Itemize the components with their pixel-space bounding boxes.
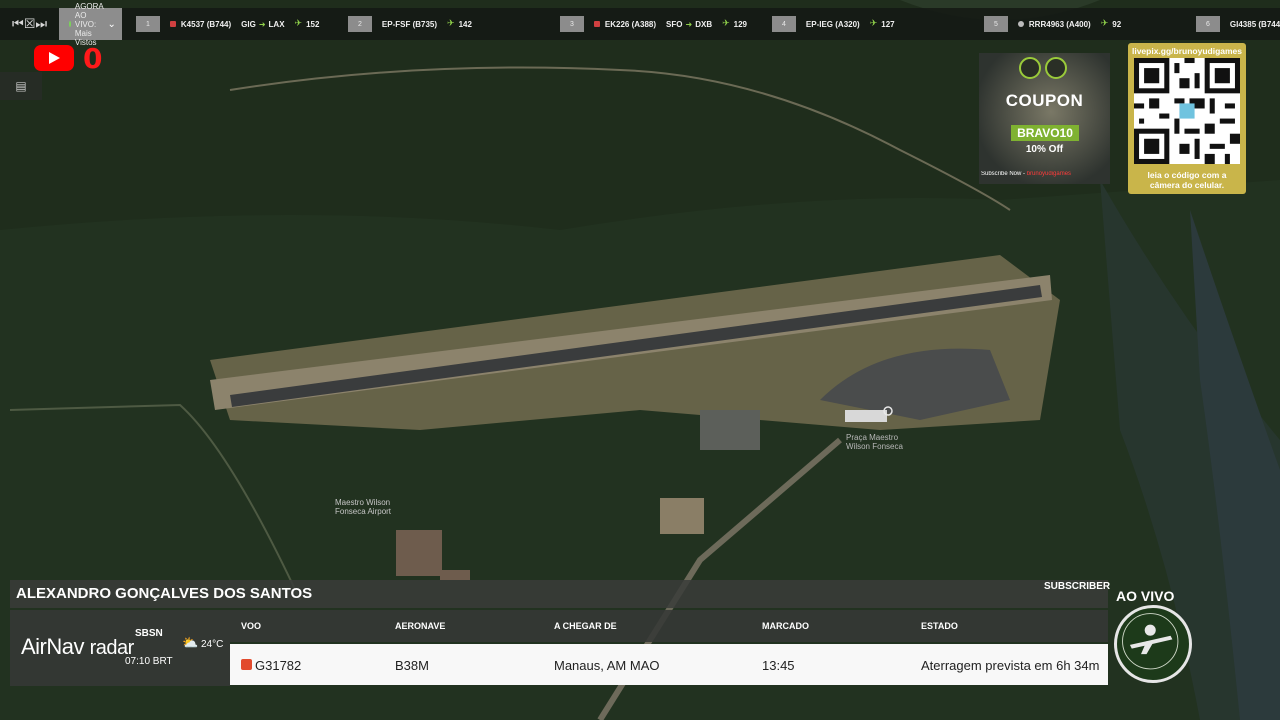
skip-forward-icon[interactable]: ⏭ — [35, 8, 47, 40]
subscriber-name: ALEXANDRO GONÇALVES DOS SANTOS — [16, 585, 313, 602]
brand-airnav: AirNav — [21, 634, 85, 659]
flight-callsign: EP-FSF (B735) — [381, 19, 438, 29]
row-aircraft: B38M — [395, 658, 429, 673]
sponsor-logos — [1019, 57, 1067, 79]
coupon-title: COUPON — [1005, 91, 1084, 110]
airline-icon — [241, 659, 252, 670]
viewer-count: 152 — [306, 19, 320, 29]
flight-item[interactable]: 4 EP-IEG (A320) ✈ 127 — [771, 16, 984, 32]
col-status: ESTADO — [921, 621, 958, 631]
viewers-icon: ✈ — [869, 19, 878, 29]
channel-logo-icon — [1114, 605, 1192, 683]
route-to: LAX — [268, 19, 285, 29]
coupon-ad: COUPON BRAVO10 10% Off Subscribe Now - b… — [979, 53, 1110, 184]
temperature: 24°C — [200, 639, 224, 650]
skip-back-icon[interactable]: ⏮ — [12, 8, 24, 40]
qr-code-icon — [1134, 58, 1240, 164]
subscriber-label: SUBSCRIBER — [1044, 581, 1111, 592]
route-from: GIG — [241, 19, 256, 29]
viewers-icon: ✈ — [447, 19, 455, 29]
poi-map-label: Praça Maestro — [846, 433, 899, 442]
viewer-count: 92 — [1112, 19, 1122, 29]
flight-rank: 6 — [1195, 16, 1220, 32]
col-arriving-from: A CHEGAR DE — [554, 621, 617, 631]
flight-rank: 3 — [559, 16, 584, 32]
table-row[interactable]: G31782 B38M Manaus, AM MAO 13:45 Aterrag… — [230, 644, 1108, 685]
flight-item[interactable]: 5 RRR4963 (A400) ✈ 92 — [983, 16, 1196, 32]
viewers-icon: ✈ — [1100, 19, 1109, 29]
qr-panel: livepix.gg/brunoyudigames leia o código … — [1128, 43, 1246, 194]
flight-item[interactable]: 3 EK226 (A388) SFO ➜ DXB ✈ 129 — [559, 16, 772, 32]
route-arrow-icon: ➜ — [258, 19, 266, 29]
route-from: SFO — [666, 19, 683, 29]
coupon-code: BRAVO10 — [1011, 125, 1079, 141]
route-arrow-icon: ➜ — [685, 19, 693, 29]
row-scheduled: 13:45 — [762, 658, 795, 673]
flight-callsign: EP-IEG (A320) — [805, 19, 860, 29]
route-to: DXB — [695, 19, 713, 29]
flight-ticker-bar: ⏮ ☒ ⏭ AGORA AO VIVO: Mais Vistos ⌄ 1 K45… — [0, 2, 1280, 47]
airport-map-label: Fonseca Airport — [335, 507, 392, 516]
sponsor-logo-icon — [1019, 57, 1041, 79]
qr-caption-line: leia o código com a — [1147, 170, 1227, 180]
viewers-icon: ✈ — [294, 19, 303, 29]
airline-icon — [1017, 21, 1024, 27]
viewer-count: 142 — [458, 19, 472, 29]
airnav-logo: AirNav radar — [21, 634, 134, 660]
coupon-footer-prefix: Subscribe Now - — [981, 171, 1026, 177]
airline-icon — [593, 21, 600, 27]
sponsor-logo-icon — [1045, 57, 1067, 79]
airport-icao: SBSN — [135, 628, 163, 639]
coupon-footer-link: brunoyudigames — [1026, 171, 1072, 177]
live-mode-label: AGORA AO VIVO: Mais Vistos — [74, 1, 104, 47]
col-flight: VOO — [241, 621, 262, 631]
arrivals-table-header: VOO AERONAVE A CHEGAR DE MARCADO ESTADO — [230, 610, 1108, 642]
flight-list: 1 K4537 (B744) GIG ➜ LAX ✈ 152 2 EP-FSF … — [135, 16, 1280, 32]
viewer-count: 127 — [881, 19, 895, 29]
coupon-discount: 10% Off — [1025, 144, 1064, 155]
live-mode-dropdown[interactable]: AGORA AO VIVO: Mais Vistos ⌄ — [59, 2, 122, 47]
flight-callsign: RRR4963 (A400) — [1028, 19, 1091, 29]
airport-info-panel: AirNav radar SBSN 07:10 BRT ⛅ 24°C — [10, 610, 230, 686]
row-arriving-from: Manaus, AM MAO — [554, 658, 660, 673]
col-scheduled: MARCADO — [762, 621, 809, 631]
live-label: AO VIVO — [1116, 588, 1175, 604]
youtube-icon — [34, 45, 74, 71]
row-status: Aterragem prevista em 6h 34m — [921, 658, 1100, 673]
flight-callsign: K4537 (B744) — [180, 19, 232, 29]
qr-caption: leia o código com a câmera do celular. — [1128, 170, 1246, 190]
qr-caption-line: câmera do celular. — [1149, 180, 1225, 190]
cloud-sun-icon: ⛅ — [182, 636, 199, 651]
flight-item[interactable]: 1 K4537 (B744) GIG ➜ LAX ✈ 152 — [135, 16, 348, 32]
local-time: 07:10 BRT — [125, 656, 173, 667]
flight-callsign: GI4385 (B744) — [1229, 19, 1280, 29]
poi-map-label: Wilson Fonseca — [846, 442, 903, 451]
weather: ⛅ 24°C — [182, 636, 223, 651]
airport-map-label: Maestro Wilson — [335, 498, 390, 507]
viewers-icon: ✈ — [722, 19, 730, 29]
live-dot-icon — [69, 21, 71, 27]
col-aircraft: AERONAVE — [395, 621, 446, 631]
subscriber-name-bar: ALEXANDRO GONÇALVES DOS SANTOS — [10, 580, 1108, 608]
coupon-footer: Subscribe Now - brunoyudigames — [981, 171, 1108, 182]
flight-callsign: EK226 (A388) — [604, 19, 657, 29]
airline-icon — [169, 21, 176, 27]
close-panel-icon[interactable]: ☒ — [24, 8, 36, 40]
qr-url: livepix.gg/brunoyudigames — [1131, 46, 1243, 56]
youtube-counter: 0 — [83, 42, 103, 75]
flight-rank: 2 — [347, 16, 372, 32]
flight-item[interactable]: 2 EP-FSF (B735) ✈ 142 — [347, 16, 560, 32]
flight-rank: 1 — [135, 16, 160, 32]
chevron-down-icon: ⌄ — [107, 18, 116, 30]
flight-item[interactable]: 6 GI4385 (B744) — [1195, 16, 1280, 32]
list-toggle-icon[interactable]: ▤ — [0, 72, 42, 100]
flight-rank: 4 — [771, 16, 796, 32]
row-flight: G31782 — [255, 658, 302, 673]
viewer-count: 129 — [733, 19, 747, 29]
flight-rank: 5 — [983, 16, 1008, 32]
